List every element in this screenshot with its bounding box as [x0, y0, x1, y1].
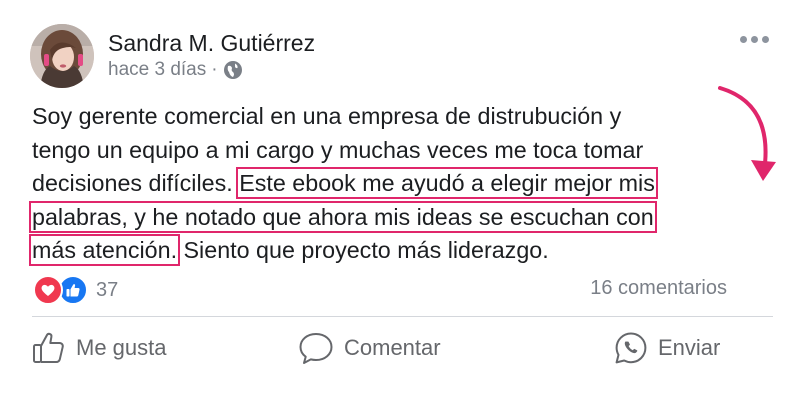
- more-options-icon[interactable]: [740, 36, 769, 43]
- post-time[interactable]: hace 3 días: [108, 59, 206, 81]
- avatar[interactable]: [30, 24, 94, 88]
- send-button[interactable]: Enviar: [614, 330, 720, 366]
- body-line: decisiones difíciles.: [32, 170, 240, 197]
- like-button[interactable]: Me gusta: [32, 330, 167, 366]
- dot: [762, 36, 769, 43]
- globe-icon[interactable]: [223, 60, 243, 80]
- highlighted-text: Este ebook me ayudó a elegir mejor mis: [236, 167, 658, 200]
- comments-count[interactable]: 16 comentarios: [590, 277, 727, 300]
- post-body: Soy gerente comercial en una empresa de …: [28, 100, 752, 268]
- comment-bubble-icon: [299, 333, 333, 364]
- like-label: Me gusta: [76, 335, 167, 360]
- love-icon: [33, 275, 63, 305]
- highlighted-text: palabras, y he notado que ahora mis idea…: [29, 200, 657, 233]
- body-line: tengo un equipo a mi cargo y muchas vece…: [32, 136, 644, 163]
- divider: [32, 316, 773, 317]
- post-meta: hace 3 días ·: [108, 59, 243, 81]
- reactions-summary[interactable]: 37: [33, 275, 118, 305]
- reaction-count: 37: [96, 278, 119, 301]
- whatsapp-icon: [615, 332, 647, 364]
- meta-separator: ·: [211, 59, 218, 80]
- dot: [740, 36, 747, 43]
- author-name[interactable]: Sandra M. Gutiérrez: [108, 30, 315, 57]
- avatar-image: [30, 24, 94, 88]
- thumbs-up-icon: [33, 332, 64, 363]
- facebook-post: Sandra M. Gutiérrez hace 3 días · Soy ge…: [0, 0, 800, 400]
- body-line: Soy gerente comercial en una empresa de …: [32, 103, 622, 129]
- comment-button[interactable]: Comentar: [298, 330, 441, 366]
- body-line: Siento que proyecto más liderazgo.: [177, 237, 549, 264]
- dot: [751, 36, 758, 43]
- highlighted-text: más atención.: [28, 234, 181, 267]
- send-label: Enviar: [658, 335, 721, 360]
- comment-label: Comentar: [344, 335, 441, 360]
